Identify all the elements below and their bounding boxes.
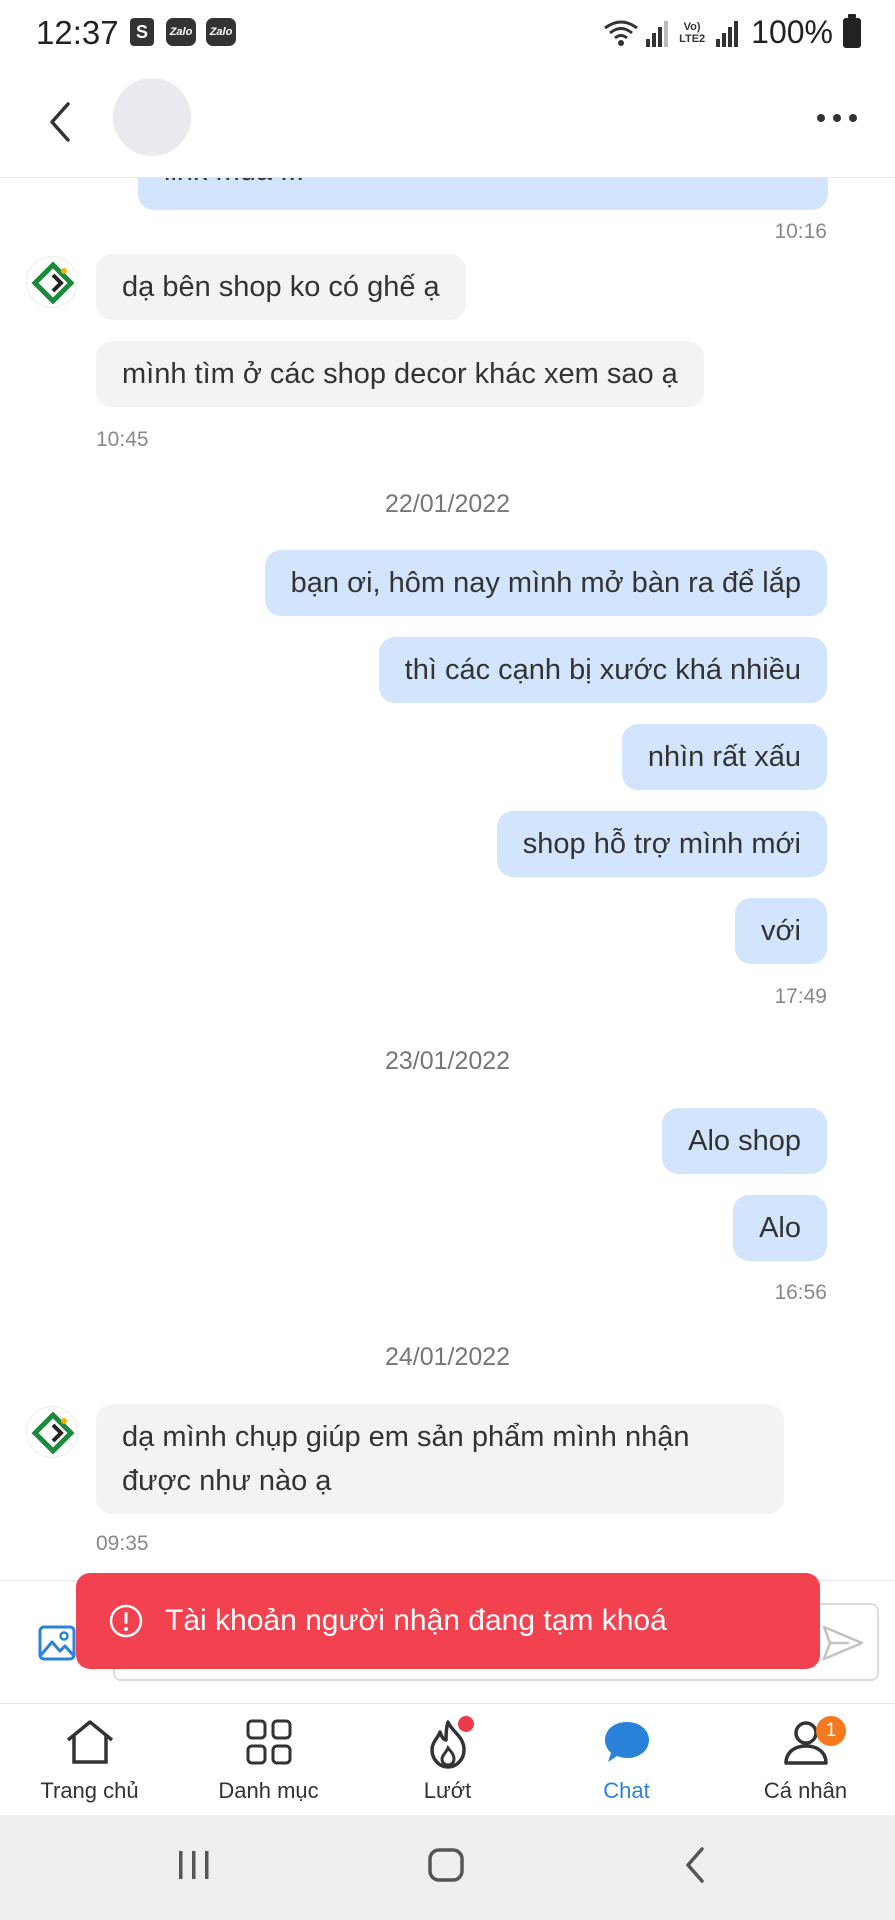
chat-header	[0, 66, 895, 178]
volte-indicator: Vo) LTE2	[679, 21, 705, 45]
message-time: 16:56	[774, 1281, 827, 1304]
status-right: Vo) LTE2 100%	[603, 13, 861, 51]
alert-circle-icon	[109, 1604, 143, 1638]
bottom-navigation: Trang chủ Danh mục Lướt Chat 1 Cá nhân	[0, 1703, 895, 1815]
message-bubble-sent[interactable]: với	[735, 898, 827, 964]
message-time: 10:45	[96, 428, 149, 451]
date-separator: 22/01/2022	[384, 490, 511, 518]
home-icon	[66, 1720, 113, 1764]
message-bubble-received[interactable]: dạ bên shop ko có ghế ạ	[96, 254, 466, 320]
nav-category[interactable]: Danh mục	[179, 1704, 358, 1816]
date-separator: 23/01/2022	[384, 1047, 511, 1075]
wifi-icon	[604, 20, 638, 46]
nav-home[interactable]: Trang chủ	[0, 1704, 179, 1816]
nav-chat-label: Chat	[603, 1778, 650, 1803]
shop-logo-icon	[31, 1411, 75, 1455]
message-text: với	[761, 915, 801, 947]
message-text: Alo shop	[688, 1125, 801, 1157]
nav-profile-label: Cá nhân	[763, 1778, 848, 1803]
message-time: 17:49	[774, 985, 827, 1008]
message-bubble-sent[interactable]: shop hỗ trợ mình mới	[496, 811, 827, 877]
toast-message: Tài khoản người nhận đang tạm khoá	[165, 1604, 667, 1637]
message-text: thì các cạnh bị xước khá nhiều	[404, 654, 801, 686]
more-horizontal-icon[interactable]	[815, 106, 859, 130]
nav-chat[interactable]: Chat	[537, 1704, 716, 1816]
volte-label: Vo)	[683, 20, 701, 33]
nav-home-label: Trang chủ	[40, 1778, 139, 1803]
message-text: dạ bên shop ko có ghế ạ	[122, 271, 440, 303]
date-separator: 24/01/2022	[384, 1343, 511, 1371]
nav-browse-label: Lướt	[423, 1778, 472, 1803]
home-button-icon[interactable]	[426, 1845, 466, 1885]
battery-icon	[843, 13, 861, 48]
notification-badge: 1	[816, 1716, 846, 1746]
avatar[interactable]	[113, 78, 191, 156]
message-bubble-sent[interactable]: Alo	[733, 1195, 827, 1261]
notification-dot	[458, 1716, 474, 1732]
nav-profile[interactable]: 1 Cá nhân	[716, 1704, 895, 1816]
message-bubble-sent[interactable]: nhìn rất xấu	[621, 724, 827, 790]
message-text: Alo	[759, 1212, 801, 1244]
signal-icon	[646, 20, 669, 47]
nav-browse[interactable]: Lướt	[358, 1704, 537, 1816]
chevron-left-icon[interactable]	[40, 96, 80, 148]
message-text: mình tìm ở các shop decor khác xem sao ạ	[122, 358, 678, 390]
message-bubble-sent[interactable]: bạn ơi, hôm nay mình mở bàn ra để lắp	[264, 550, 827, 616]
shop-avatar	[26, 256, 78, 308]
lte-label: LTE2	[679, 32, 706, 45]
message-time: 09:35	[96, 1532, 149, 1555]
message-bubble-received[interactable]: mình tìm ở các shop decor khác xem sao ạ	[96, 341, 704, 407]
send-icon[interactable]	[821, 1623, 865, 1663]
system-navigation-bar	[0, 1815, 895, 1920]
recent-apps-icon[interactable]	[176, 1845, 212, 1885]
message-bubble-sent[interactable]: thì các cạnh bị xước khá nhiều	[378, 637, 827, 703]
message-text: được như nào ạ	[122, 1465, 332, 1497]
message-time: 10:16	[774, 220, 827, 243]
shopee-notification-icon: S	[130, 18, 154, 46]
shop-avatar	[26, 1406, 78, 1458]
message-bubble-sent[interactable]: link mua ...	[138, 178, 828, 210]
message-list[interactable]: link mua ... 10:16 dạ bên shop ko có ghế…	[0, 178, 895, 1580]
back-button-icon[interactable]	[680, 1845, 710, 1885]
shop-logo-icon	[31, 261, 75, 305]
message-bubble-sent[interactable]: Alo shop	[662, 1108, 827, 1174]
message-bubble-received[interactable]: dạ mình chụp giúp em sản phẩm mình nhận …	[96, 1404, 784, 1514]
status-time: 12:37	[36, 14, 119, 51]
message-text: link mua ...	[164, 178, 304, 187]
grid-icon	[246, 1719, 291, 1765]
zalo-notification-icon: Zalo	[166, 18, 196, 46]
battery-percent: 100%	[751, 14, 833, 50]
message-text: bạn ơi, hôm nay mình mở bàn ra để lắp	[290, 567, 801, 599]
error-toast: Tài khoản người nhận đang tạm khoá	[76, 1573, 820, 1669]
message-text: nhìn rất xấu	[647, 741, 801, 773]
chat-bubble-icon	[604, 1722, 649, 1762]
image-icon[interactable]	[38, 1625, 76, 1661]
message-text: dạ mình chụp giúp em sản phẩm mình nhận	[122, 1421, 690, 1453]
signal-icon	[716, 20, 739, 47]
nav-category-label: Danh mục	[218, 1778, 319, 1803]
zalo-notification-icon: Zalo	[206, 18, 236, 46]
status-bar: 12:37 S Zalo Zalo Vo) LTE2 100%	[0, 0, 895, 66]
message-text: shop hỗ trợ mình mới	[522, 828, 801, 860]
